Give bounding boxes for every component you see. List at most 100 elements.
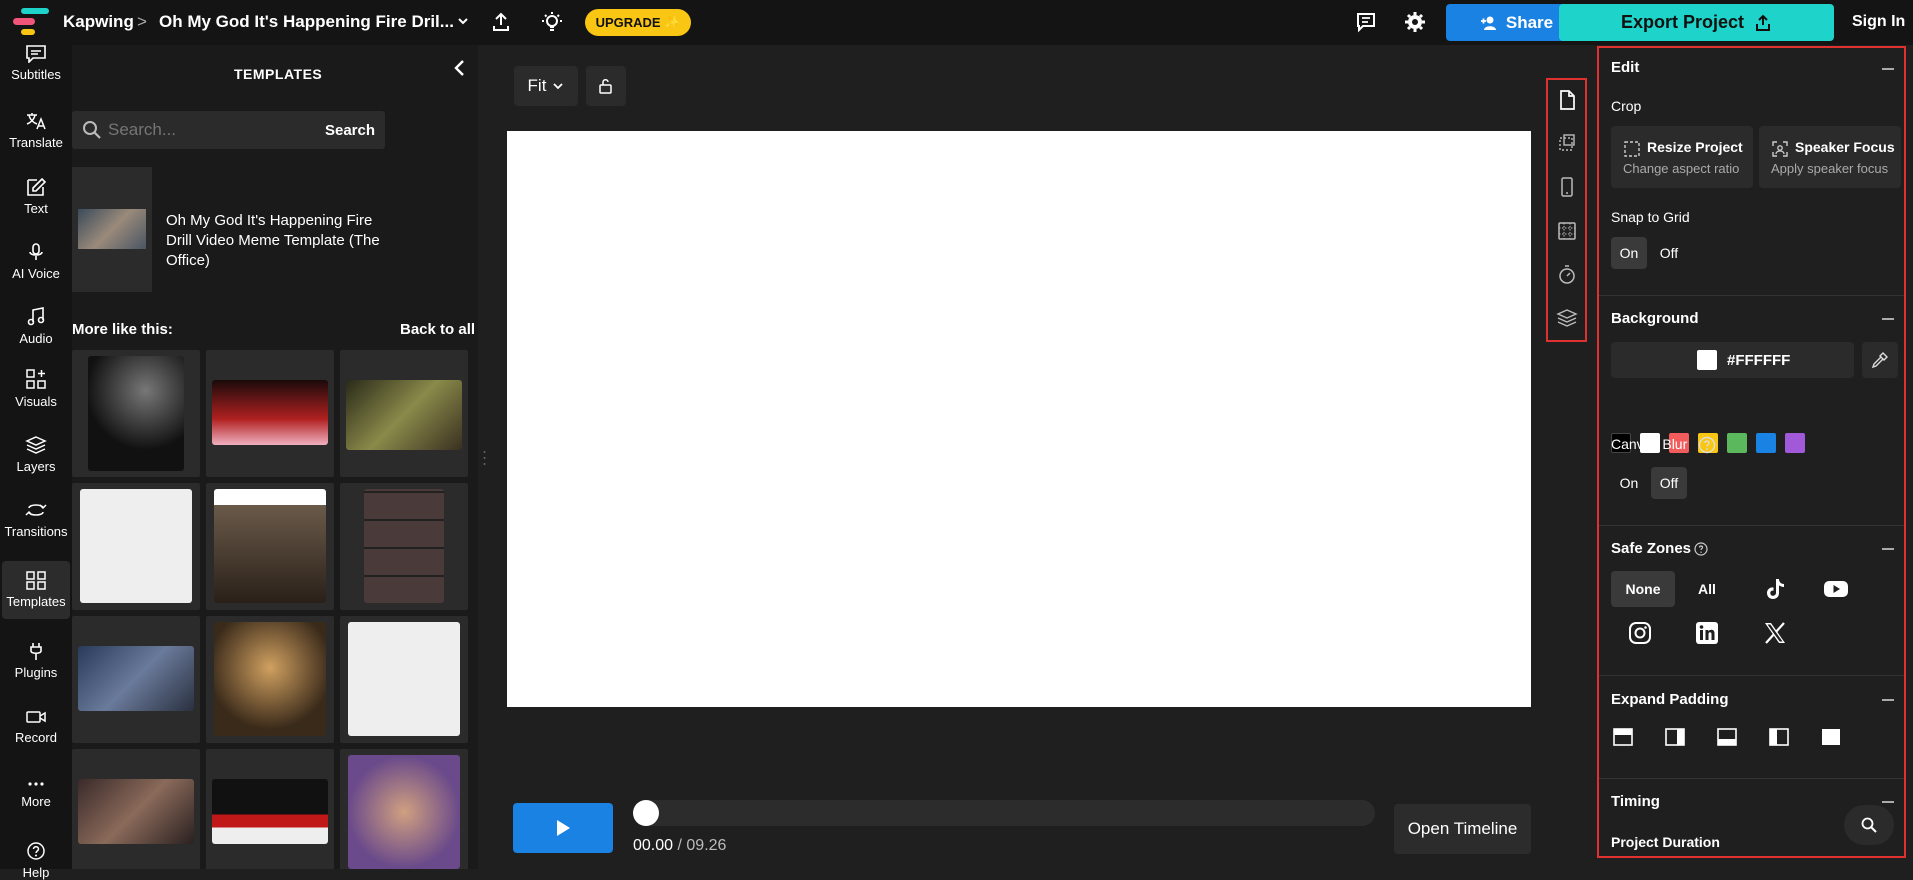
upgrade-button[interactable]: UPGRADE ✨ [585,9,691,36]
aspect-lock-button[interactable] [586,66,626,106]
blur-on-toggle[interactable]: On [1611,467,1647,499]
nav-help[interactable]: Help [0,841,72,880]
brand-name[interactable]: Kapwing [63,12,134,32]
template-thumb[interactable] [340,350,468,477]
open-timeline-button[interactable]: Open Timeline [1394,804,1531,854]
gear-icon[interactable] [1404,11,1426,38]
translate-icon [26,113,46,130]
nav-transitions[interactable]: Transitions [0,500,72,539]
kapwing-logo-icon[interactable] [13,8,49,36]
tiktok-icon[interactable] [1760,574,1790,604]
page-icon[interactable] [1556,89,1578,111]
youtube-icon[interactable] [1821,574,1851,604]
project-duration-label: Project Duration [1611,834,1720,850]
nav-layers[interactable]: Layers [0,435,72,474]
pad-bottom-icon[interactable] [1717,728,1737,751]
nav-translate[interactable]: Translate [0,111,72,150]
collapse-minus-icon[interactable] [1882,699,1894,701]
more-like-this-label: More like this: [72,321,173,338]
pad-left-icon[interactable] [1769,728,1789,751]
resize-handle[interactable] [483,450,486,466]
current-template-card[interactable]: Oh My God It's Happening Fire Drill Vide… [72,167,396,292]
nav-label: Plugins [14,665,58,680]
sign-in-link[interactable]: Sign In [1852,13,1905,31]
upload-icon[interactable] [490,11,512,38]
eyedropper-button[interactable] [1862,342,1898,378]
nav-subtitles[interactable]: Subtitles [0,45,72,82]
template-thumb[interactable] [206,483,334,610]
eyedropper-icon [1871,352,1888,369]
template-thumb[interactable] [340,483,468,610]
comment-icon[interactable] [1355,11,1377,38]
instagram-icon[interactable] [1625,618,1655,648]
timer-icon[interactable] [1556,264,1578,286]
background-color-field[interactable]: #FFFFFF [1611,342,1854,378]
nav-ai-voice[interactable]: AI Voice [0,242,72,281]
template-thumb[interactable] [72,483,200,610]
snap-on-toggle[interactable]: On [1611,237,1647,269]
help-icon[interactable] [1694,542,1708,561]
nav-templates[interactable]: Templates [2,561,70,619]
crop-label: Crop [1611,98,1642,114]
collapse-minus-icon[interactable] [1882,68,1894,70]
swatch-green[interactable] [1727,433,1747,453]
crop-resize-icon[interactable] [1556,132,1578,154]
background-hex-value: #FFFFFF [1727,352,1791,369]
layers-icon[interactable] [1556,307,1578,329]
play-button[interactable] [513,803,613,853]
template-thumb[interactable] [72,749,200,869]
nav-text[interactable]: Text [0,177,72,216]
time-total: 09.26 [686,837,727,854]
export-project-button[interactable]: Export Project [1559,4,1834,41]
grid-icon[interactable] [1556,220,1578,242]
thumb-image [348,755,460,869]
back-to-all-link[interactable]: Back to all [400,321,475,338]
scrubber-knob[interactable] [633,800,659,826]
template-thumb[interactable] [206,350,334,477]
lightbulb-icon[interactable] [540,10,564,39]
help-icon[interactable] [1698,436,1716,459]
current-template-thumb [72,167,152,292]
playback-scrubber[interactable] [633,800,1375,826]
nav-audio[interactable]: Audio [0,307,72,346]
template-thumb[interactable] [72,616,200,743]
template-thumb[interactable] [206,616,334,743]
template-thumb[interactable] [206,749,334,869]
project-title[interactable]: Oh My God It's Happening Fire Dril... [159,12,454,32]
speaker-focus-subtitle: Apply speaker focus [1771,161,1889,176]
phone-icon[interactable] [1556,176,1578,198]
linkedin-icon[interactable] [1692,618,1722,648]
resize-project-button[interactable]: Resize Project Change aspect ratio [1611,126,1753,188]
collapse-minus-icon[interactable] [1882,548,1894,550]
thumb-image [214,489,326,603]
search-button[interactable]: Search [315,111,385,149]
search-fab-button[interactable] [1844,805,1894,845]
zoom-fit-dropdown[interactable]: Fit [514,66,578,106]
nav-record[interactable]: Record [0,708,72,745]
pad-right-icon[interactable] [1665,728,1685,751]
collapse-minus-icon[interactable] [1882,801,1894,803]
snap-off-toggle[interactable]: Off [1651,237,1687,269]
swatch-blue[interactable] [1756,433,1776,453]
templates-panel: TEMPLATES Search Oh My God It's Happenin… [72,45,478,869]
swatch-purple[interactable] [1785,433,1805,453]
nav-plugins[interactable]: Plugins [0,641,72,680]
nav-label: Record [15,730,57,745]
collapse-minus-icon[interactable] [1882,318,1894,320]
collapse-chevron-icon[interactable] [452,59,468,82]
template-thumb[interactable] [72,350,200,477]
nav-visuals[interactable]: Visuals [0,368,72,409]
template-thumb[interactable] [340,749,468,869]
chevron-down-icon[interactable] [456,14,470,33]
speaker-focus-button[interactable]: Speaker Focus Apply speaker focus [1759,126,1901,188]
blur-off-toggle[interactable]: Off [1651,467,1687,499]
pad-top-icon[interactable] [1613,728,1633,751]
visuals-grid-icon [26,369,46,389]
safe-zone-all[interactable]: All [1683,571,1731,607]
video-canvas[interactable] [507,131,1531,707]
safe-zone-none[interactable]: None [1611,571,1675,607]
template-thumb[interactable] [340,616,468,743]
pad-all-icon[interactable] [1821,728,1841,751]
x-twitter-icon[interactable] [1760,618,1790,648]
nav-more[interactable]: More [0,778,72,809]
